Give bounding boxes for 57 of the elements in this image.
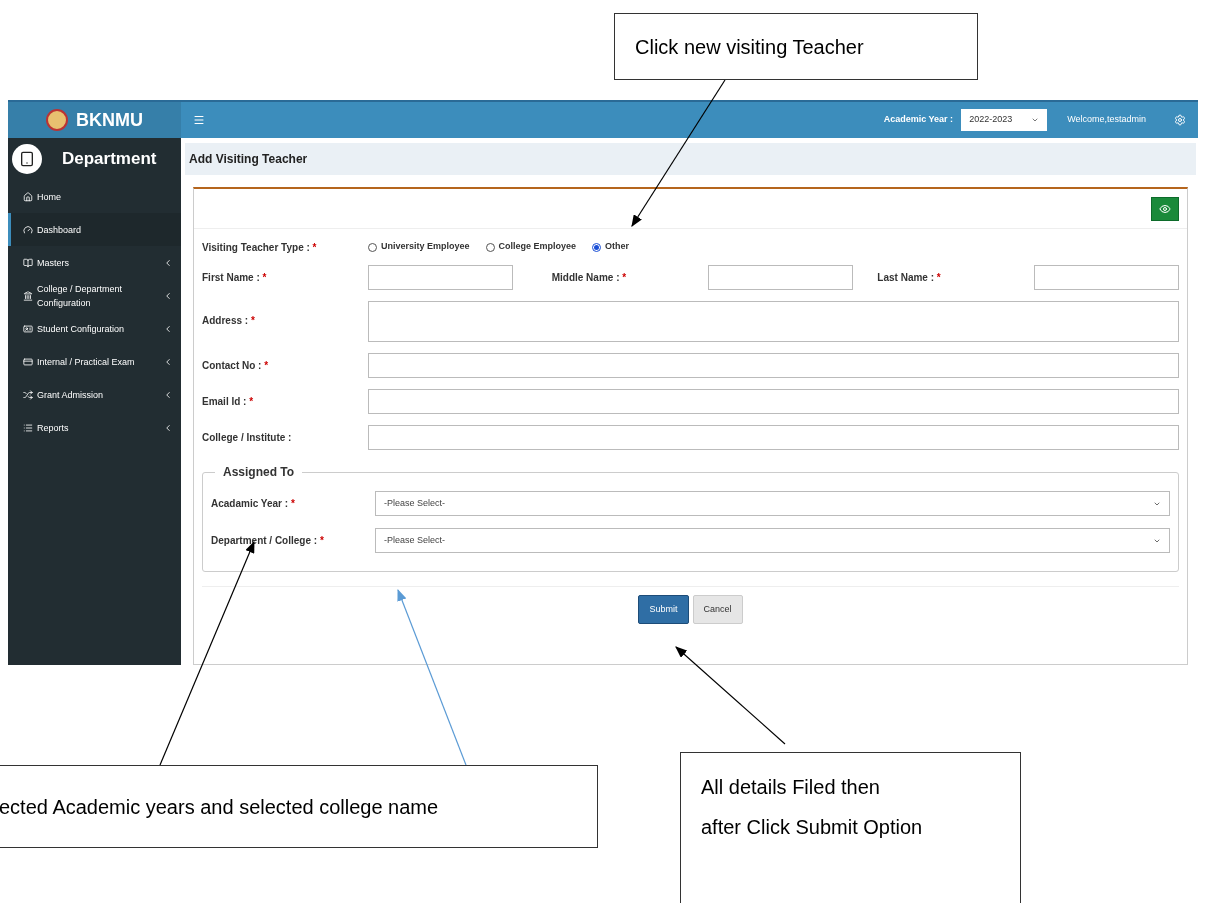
field-label: Address : * xyxy=(202,314,256,328)
caret-icon xyxy=(1031,116,1040,124)
input-field[interactable] xyxy=(708,265,854,290)
input-field[interactable] xyxy=(368,389,1179,414)
radio-option[interactable]: Other xyxy=(592,240,630,254)
eye-icon xyxy=(1159,202,1171,215)
bank-icon xyxy=(23,290,33,301)
radio-option[interactable]: University Employee xyxy=(368,240,470,254)
callout-box: Click new visiting Teacher xyxy=(614,13,978,80)
callout-box: All details Filed then after Click Submit Option xyxy=(680,752,1021,903)
device-icon xyxy=(12,144,42,174)
radio-option[interactable]: College Employee xyxy=(485,240,577,254)
page-title: Add Visiting Teacher xyxy=(189,151,308,168)
brand-name: BKNMU xyxy=(76,108,143,132)
shuffle-icon xyxy=(23,389,33,400)
sidebar-item[interactable]: Dashboard xyxy=(8,213,181,246)
year-select[interactable]: 2022-2023 xyxy=(961,109,1048,131)
menu-icon[interactable] xyxy=(193,114,205,126)
input-field[interactable] xyxy=(368,265,513,290)
year-label: Academic Year : xyxy=(883,113,954,127)
callout-box: ected Academic years and selected college name xyxy=(0,765,598,848)
sidebar-item[interactable]: Internal / Practical Exam xyxy=(8,345,181,378)
welcome-text: Welcome,testadmin xyxy=(1067,113,1146,127)
logo-icon xyxy=(46,109,68,131)
input-field[interactable] xyxy=(368,425,1179,450)
textarea-field[interactable] xyxy=(368,301,1179,342)
field-label: Email Id : * xyxy=(202,395,255,409)
section-title: Department xyxy=(62,148,157,171)
sidebar-item[interactable]: College / Department Configuration xyxy=(8,279,181,312)
input-field[interactable] xyxy=(368,353,1179,378)
select-field[interactable]: -Please Select- xyxy=(375,528,1170,553)
card-icon xyxy=(23,356,33,367)
field-label: First Name : * xyxy=(202,271,268,285)
field-label: College / Institute : xyxy=(202,431,293,445)
field-label: Acadamic Year : * xyxy=(211,497,296,511)
sidebar-item[interactable]: Home xyxy=(8,180,181,213)
cancel-button[interactable]: Cancel xyxy=(692,595,743,624)
sidebar-item[interactable]: Grant Admission xyxy=(8,378,181,411)
select-field[interactable]: -Please Select- xyxy=(375,491,1170,516)
input-field[interactable] xyxy=(1034,265,1179,290)
field-label: Contact No : * xyxy=(202,359,270,373)
gauge-icon xyxy=(23,224,33,235)
field-label: Middle Name : * xyxy=(550,271,628,285)
view-button[interactable] xyxy=(1151,196,1179,221)
field-label: Visiting Teacher Type : * xyxy=(202,240,318,255)
sidebar-item[interactable]: Reports xyxy=(8,411,181,444)
settings-icon[interactable] xyxy=(1174,114,1186,126)
list-icon xyxy=(23,422,33,433)
home-icon xyxy=(23,191,33,202)
book-icon xyxy=(23,257,33,268)
field-label: Last Name : * xyxy=(876,271,942,285)
submit-button[interactable]: Submit xyxy=(638,595,689,624)
panel-legend: Assigned To xyxy=(215,463,303,481)
sidebar-item[interactable]: Student Configuration xyxy=(8,312,181,345)
field-label: Department / College : * xyxy=(211,534,325,548)
badge-icon xyxy=(23,323,33,334)
sidebar-item[interactable]: Masters xyxy=(8,246,181,279)
